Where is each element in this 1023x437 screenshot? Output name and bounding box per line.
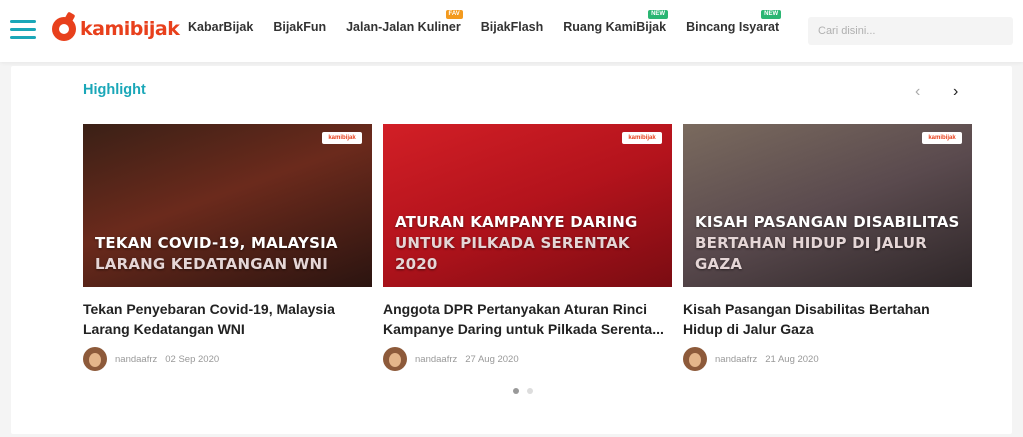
article-title[interactable]: Kisah Pasangan Disabilitas Bertahan Hidu…	[683, 299, 972, 339]
nav-item-bijakfun[interactable]: BijakFun	[273, 20, 326, 40]
article-thumbnail[interactable]: kamibijak ATURAN KAMPANYE DARING UNTUK P…	[383, 124, 672, 287]
article-card[interactable]: kamibijak ATURAN KAMPANYE DARING UNTUK P…	[383, 124, 672, 371]
avatar	[683, 347, 707, 371]
nav-label: Bincang Isyarat	[686, 20, 780, 34]
thumb-caption: ATURAN KAMPANYE DARING UNTUK PILKADA SER…	[395, 212, 672, 275]
logo-mark-icon	[52, 17, 76, 41]
article-meta: nandaafrz 21 Aug 2020	[683, 347, 972, 371]
carousel-dot-1[interactable]	[513, 388, 519, 394]
carousel-dots	[513, 388, 541, 394]
avatar	[83, 347, 107, 371]
thumb-logo: kamibijak	[622, 132, 662, 144]
new-badge: NEW	[648, 10, 669, 19]
nav-label: BijakFlash	[480, 20, 544, 34]
carousel-dot-2[interactable]	[527, 388, 533, 394]
thumb-caption: TEKAN COVID-19, MALAYSIA LARANG KEDATANG…	[95, 233, 338, 275]
fav-badge: FAV	[445, 10, 463, 19]
nav-item-bincang-isyarat[interactable]: Bincang Isyarat NEW	[686, 10, 782, 40]
thumb-caption-line1: TEKAN COVID-19, MALAYSIA	[95, 234, 338, 252]
chevron-left-icon[interactable]: ‹	[915, 84, 920, 100]
thumb-caption: KISAH PASANGAN DISABILITAS BERTAHAN HIDU…	[695, 212, 972, 275]
article-meta: nandaafrz 02 Sep 2020	[83, 347, 372, 371]
thumb-caption-line1: KISAH PASANGAN DISABILITAS	[695, 213, 960, 231]
section-title: Highlight	[83, 82, 146, 98]
nav-item-kabarbijak[interactable]: KabarBijak	[188, 20, 253, 40]
avatar	[383, 347, 407, 371]
article-thumbnail[interactable]: kamibijak KISAH PASANGAN DISABILITAS BER…	[683, 124, 972, 287]
search-input[interactable]	[808, 17, 1013, 45]
article-thumbnail[interactable]: kamibijak TEKAN COVID-19, MALAYSIA LARAN…	[83, 124, 372, 287]
article-card[interactable]: kamibijak KISAH PASANGAN DISABILITAS BER…	[683, 124, 972, 371]
highlight-panel: Highlight ‹ › kamibijak TEKAN COVID-19, …	[11, 66, 1012, 434]
nav-item-bijakflash[interactable]: BijakFlash	[481, 20, 544, 40]
new-badge: NEW	[761, 10, 782, 19]
hamburger-menu-icon[interactable]	[10, 20, 36, 40]
publish-date: 02 Sep 2020	[165, 353, 220, 365]
article-title[interactable]: Anggota DPR Pertanyakan Aturan Rinci Kam…	[383, 299, 672, 339]
nav-label: Ruang KamiBijak	[563, 20, 667, 34]
main-nav: KabarBijak BijakFun Jalan-Jalan Kuliner F…	[188, 10, 799, 40]
article-meta: nandaafrz 27 Aug 2020	[383, 347, 672, 371]
article-title[interactable]: Tekan Penyebaran Covid-19, Malaysia Lara…	[83, 299, 372, 339]
thumb-caption-line2: UNTUK PILKADA SERENTAK 2020	[395, 234, 630, 273]
author-name: nandaafrz	[715, 353, 758, 365]
thumb-caption-line1: ATURAN KAMPANYE DARING	[395, 213, 638, 231]
nav-label: BijakFun	[273, 20, 327, 34]
author-name: nandaafrz	[115, 353, 158, 365]
article-card[interactable]: kamibijak TEKAN COVID-19, MALAYSIA LARAN…	[83, 124, 372, 371]
site-logo[interactable]: kamibijak	[52, 14, 180, 44]
nav-item-ruang-kamibijak[interactable]: Ruang KamiBijak NEW	[563, 10, 669, 40]
publish-date: 27 Aug 2020	[465, 353, 519, 365]
thumb-logo: kamibijak	[922, 132, 962, 144]
top-navbar: kamibijak KabarBijak BijakFun Jalan-Jala…	[0, 0, 1023, 62]
logo-text: kamibijak	[80, 18, 180, 40]
thumb-caption-line2: BERTAHAN HIDUP DI JALUR GAZA	[695, 234, 927, 273]
author-name: nandaafrz	[415, 353, 458, 365]
thumb-caption-line2: LARANG KEDATANGAN WNI	[95, 255, 328, 273]
nav-item-jalan-jalan-kuliner[interactable]: Jalan-Jalan Kuliner FAV	[346, 10, 463, 40]
thumb-logo: kamibijak	[322, 132, 362, 144]
nav-label: KabarBijak	[188, 20, 254, 34]
chevron-right-icon[interactable]: ›	[953, 84, 958, 100]
nav-label: Jalan-Jalan Kuliner	[346, 20, 461, 34]
publish-date: 21 Aug 2020	[765, 353, 819, 365]
